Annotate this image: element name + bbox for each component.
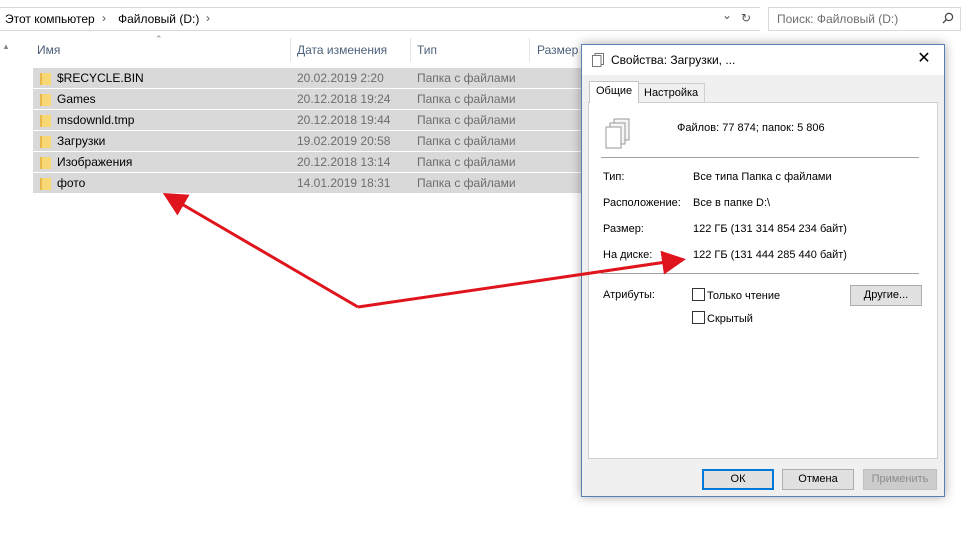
- refresh-icon[interactable]: ↻: [741, 11, 751, 25]
- file-type: Папка с файлами: [417, 71, 516, 85]
- dialog-titlebar[interactable]: Свойства: Загрузки, ... ✕: [582, 45, 944, 75]
- breadcrumb-this-pc[interactable]: Этот компьютер: [5, 12, 95, 26]
- folder-icon: [40, 115, 51, 127]
- file-type: Папка с файлами: [417, 92, 516, 106]
- properties-dialog: Свойства: Загрузки, ... ✕ Общие Настройк…: [581, 44, 945, 497]
- file-type: Папка с файлами: [417, 134, 516, 148]
- breadcrumb-drive-d[interactable]: Файловый (D:): [118, 12, 199, 26]
- apply-button[interactable]: Применить: [863, 469, 937, 490]
- file-list: $RECYCLE.BIN 20.02.2019 2:20 Папка с фай…: [33, 68, 581, 194]
- folder-icon: [40, 136, 51, 148]
- advanced-attributes-button[interactable]: Другие...: [850, 285, 922, 306]
- search-icon[interactable]: [942, 12, 954, 24]
- file-name: Изображения: [57, 155, 133, 169]
- file-name: $RECYCLE.BIN: [57, 71, 144, 85]
- close-icon[interactable]: ✕: [914, 50, 934, 70]
- size-value: 122 ГБ (131 314 854 234 байт): [693, 223, 847, 235]
- file-row[interactable]: Games 20.12.2018 19:24 Папка с файлами: [33, 89, 581, 110]
- multiple-files-icon: [605, 118, 630, 149]
- hidden-label[interactable]: Скрытый: [707, 313, 753, 325]
- size-on-disk-label: На диске:: [603, 249, 653, 261]
- hidden-checkbox[interactable]: [692, 311, 705, 324]
- folder-icon: [40, 73, 51, 85]
- column-header-label: Имя: [37, 43, 61, 57]
- file-date: 14.01.2019 18:31: [297, 176, 391, 190]
- folder-icon: [40, 94, 51, 106]
- readonly-checkbox[interactable]: [692, 288, 705, 301]
- file-name: Загрузки: [57, 134, 106, 148]
- file-name: msdownld.tmp: [57, 113, 135, 127]
- location-label: Расположение:: [603, 197, 681, 209]
- screenshot-root: Этот компьютер › Файловый (D:) › ⌄ ↻ ▲ ⌃…: [0, 0, 961, 541]
- file-row[interactable]: msdownld.tmp 20.12.2018 19:44 Папка с фа…: [33, 110, 581, 131]
- ok-button[interactable]: ОК: [702, 469, 774, 490]
- column-header-date[interactable]: Дата изменения: [291, 38, 410, 62]
- folder-icon: [40, 157, 51, 169]
- tab-general[interactable]: Общие: [589, 81, 640, 103]
- search-box[interactable]: [768, 7, 961, 31]
- nav-scrollbar[interactable]: ▲: [0, 36, 14, 541]
- file-row[interactable]: фото 14.01.2019 18:31 Папка с файлами: [33, 173, 581, 194]
- file-stack-icon: [592, 53, 604, 67]
- folder-icon: [40, 178, 51, 190]
- column-header-label: Тип: [417, 43, 438, 57]
- column-header-type[interactable]: Тип: [411, 38, 529, 62]
- general-tab-panel: Файлов: 77 874; папок: 5 806 Тип: Все ти…: [588, 102, 938, 459]
- type-label: Тип:: [603, 171, 625, 183]
- file-date: 20.12.2018 19:44: [297, 113, 391, 127]
- readonly-label[interactable]: Только чтение: [707, 290, 780, 302]
- arrow-to-folders: [162, 192, 359, 309]
- column-header-name[interactable]: Имя: [33, 38, 290, 62]
- file-date: 19.02.2019 20:58: [297, 134, 391, 148]
- divider: [601, 157, 919, 158]
- column-header-size[interactable]: Размер: [530, 38, 580, 62]
- size-label: Размер:: [603, 223, 644, 235]
- address-bar[interactable]: Этот компьютер › Файловый (D:) › ⌄ ↻: [0, 7, 760, 31]
- file-date: 20.12.2018 13:14: [297, 155, 391, 169]
- address-dropdown-icon[interactable]: ⌄: [722, 8, 732, 22]
- tab-customize[interactable]: Настройка: [637, 83, 706, 103]
- file-type: Папка с файлами: [417, 113, 516, 127]
- attributes-label: Атрибуты:: [603, 289, 655, 301]
- file-name: фото: [57, 176, 86, 190]
- file-type: Папка с файлами: [417, 155, 516, 169]
- breadcrumb-chevron-icon[interactable]: ›: [206, 11, 210, 25]
- file-row[interactable]: $RECYCLE.BIN 20.02.2019 2:20 Папка с фай…: [33, 68, 581, 89]
- column-header-label: Дата изменения: [297, 43, 388, 57]
- file-row[interactable]: Изображения 20.12.2018 13:14 Папка с фай…: [33, 152, 581, 173]
- column-header-label: Размер: [537, 43, 579, 57]
- search-input[interactable]: [777, 9, 945, 29]
- file-name: Games: [57, 92, 96, 106]
- file-row[interactable]: Загрузки 19.02.2019 20:58 Папка с файлам…: [33, 131, 581, 152]
- scroll-up-icon[interactable]: ▲: [2, 42, 10, 51]
- cancel-button[interactable]: Отмена: [782, 469, 854, 490]
- files-count: Файлов: 77 874; папок: 5 806: [677, 122, 825, 134]
- file-type: Папка с файлами: [417, 176, 516, 190]
- divider: [601, 273, 919, 274]
- type-value: Все типа Папка с файлами: [693, 171, 832, 183]
- location-value: Все в папке D:\: [693, 197, 771, 209]
- breadcrumb-chevron-icon[interactable]: ›: [102, 11, 106, 25]
- dialog-title: Свойства: Загрузки, ...: [611, 53, 736, 67]
- file-date: 20.12.2018 19:24: [297, 92, 391, 106]
- file-date: 20.02.2019 2:20: [297, 71, 384, 85]
- size-on-disk-value: 122 ГБ (131 444 285 440 байт): [693, 249, 847, 261]
